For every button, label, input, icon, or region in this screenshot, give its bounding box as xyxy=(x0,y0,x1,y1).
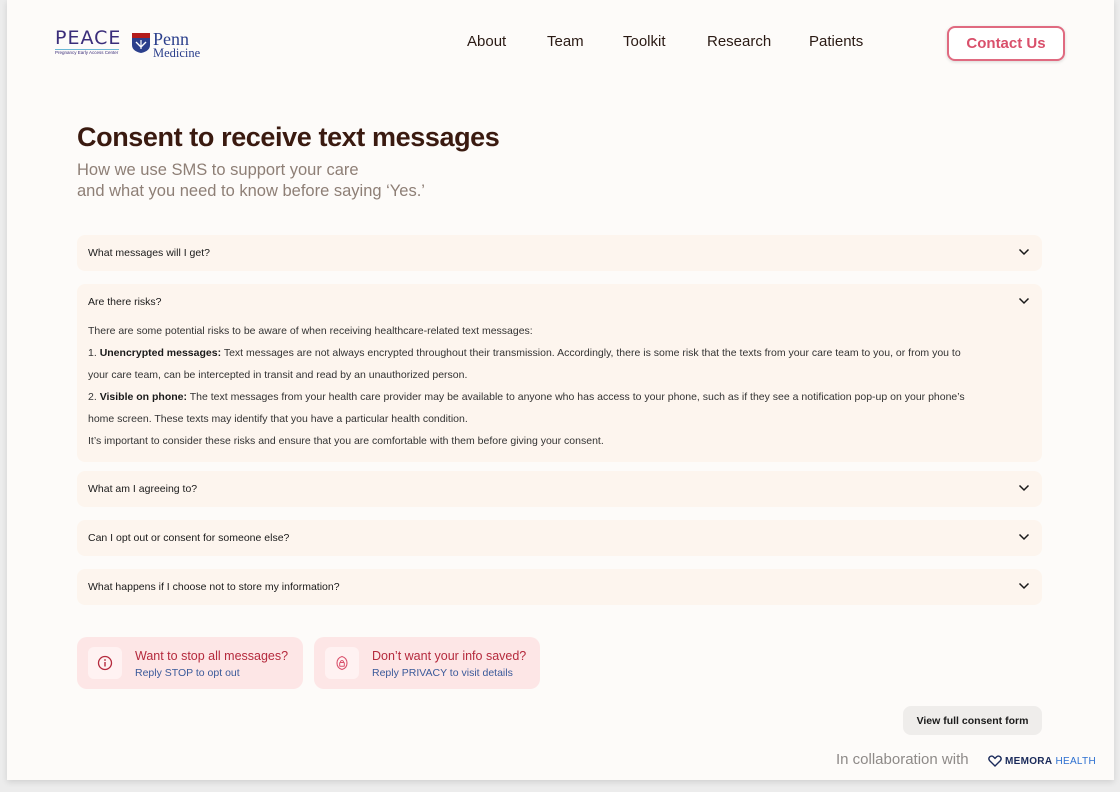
faq-question-text: What am I agreeing to? xyxy=(88,483,198,495)
peace-logo[interactable]: PEACE Pregnancy Early Access Center xyxy=(55,28,121,62)
privacy-card[interactable]: Don’t want your info saved? Reply PRIVAC… xyxy=(314,637,540,689)
chevron-down-icon xyxy=(1018,533,1030,541)
risk-point-2-text-a: The text messages from your health care … xyxy=(189,391,965,403)
chevron-down-icon xyxy=(1018,582,1030,590)
faq-question-text: Can I opt out or consent for someone els… xyxy=(88,532,290,544)
faq-item-not-store: What happens if I choose not to store my… xyxy=(77,569,1042,605)
faq-item-risks: Are there risks? There are some potentia… xyxy=(77,284,1042,462)
chevron-down-icon xyxy=(1018,248,1030,256)
card-subtext: Reply PRIVACY to visit details xyxy=(372,667,513,679)
risk-point-1-text-b: your care team, can be intercepted in tr… xyxy=(88,369,468,381)
nav-team[interactable]: Team xyxy=(547,33,584,50)
page-subtitle: How we use SMS to support your care and … xyxy=(77,160,577,202)
chevron-down-icon xyxy=(1018,297,1030,305)
nav-patients[interactable]: Patients xyxy=(809,33,863,50)
faq-item-messages: What messages will I get? xyxy=(77,235,1042,271)
risk-point-2: 2. Visible on phone: The text messages f… xyxy=(88,391,965,403)
faq-question[interactable]: What happens if I choose not to store my… xyxy=(77,569,1042,605)
risk-point-2-text-b: home screen. These texts may identify th… xyxy=(88,413,468,425)
risk-closing: It’s important to consider these risks a… xyxy=(88,435,604,447)
faq-question[interactable]: Are there risks? xyxy=(77,284,1042,320)
faq-item-opt-out: Can I opt out or consent for someone els… xyxy=(77,520,1042,556)
subtitle-line-1: How we use SMS to support your care xyxy=(77,161,359,179)
faq-question[interactable]: What am I agreeing to? xyxy=(77,471,1042,507)
peace-logo-word: PEACE xyxy=(55,27,122,49)
penn-medicine-logo[interactable]: Penn Medicine xyxy=(131,30,221,64)
faq-question-text: What happens if I choose not to store my… xyxy=(88,581,340,593)
info-icon xyxy=(97,655,113,671)
memora-health-logo[interactable]: MEMORA HEALTH xyxy=(988,753,1096,769)
subtitle-line-2: and what you need to know before saying … xyxy=(77,182,425,200)
view-consent-form-button[interactable]: View full consent form xyxy=(903,706,1042,735)
risk-point-1-label: Unencrypted messages: xyxy=(99,347,222,359)
nav-about[interactable]: About xyxy=(467,33,506,50)
nav-research[interactable]: Research xyxy=(707,33,771,50)
risk-point-1-text-a: Text messages are not always encrypted t… xyxy=(223,347,961,359)
card-heading: Want to stop all messages? xyxy=(135,649,289,663)
card-heading: Don’t want your info saved? xyxy=(372,649,527,663)
penn-logo-line2: Medicine xyxy=(153,46,201,60)
penn-shield-icon xyxy=(132,33,150,53)
nav-toolkit[interactable]: Toolkit xyxy=(623,33,666,50)
risk-intro: There are some potential risks to be awa… xyxy=(88,325,533,337)
faq-item-agreeing: What am I agreeing to? xyxy=(77,471,1042,507)
page-title: Consent to receive text messages xyxy=(77,122,500,152)
contact-us-button[interactable]: Contact Us xyxy=(947,26,1065,61)
card-subtext: Reply STOP to opt out xyxy=(135,667,240,679)
collab-text: In collaboration with xyxy=(836,751,969,768)
memora-word-2: HEALTH xyxy=(1055,755,1096,767)
faq-question-text: What messages will I get? xyxy=(88,247,210,259)
page-frame: PEACE Pregnancy Early Access Center Penn… xyxy=(7,0,1114,780)
chevron-down-icon xyxy=(1018,484,1030,492)
risk-point-1: 1. Unencrypted messages: Text messages a… xyxy=(88,347,961,359)
risk-point-2-label: Visible on phone: xyxy=(99,391,187,403)
card-icon-wrap xyxy=(88,647,122,679)
faq-question-text: Are there risks? xyxy=(88,296,162,308)
faq-question[interactable]: What messages will I get? xyxy=(77,235,1042,271)
memora-word-1: MEMORA xyxy=(1005,755,1053,767)
faq-question[interactable]: Can I opt out or consent for someone els… xyxy=(77,520,1042,556)
stop-messages-card[interactable]: Want to stop all messages? Reply STOP to… xyxy=(77,637,303,689)
lock-icon xyxy=(336,655,348,671)
logo-swoosh-icon xyxy=(55,49,119,50)
memora-heart-icon xyxy=(988,755,1002,767)
card-icon-wrap xyxy=(325,647,359,679)
faq-answer: There are some potential risks to be awa… xyxy=(77,320,1042,462)
